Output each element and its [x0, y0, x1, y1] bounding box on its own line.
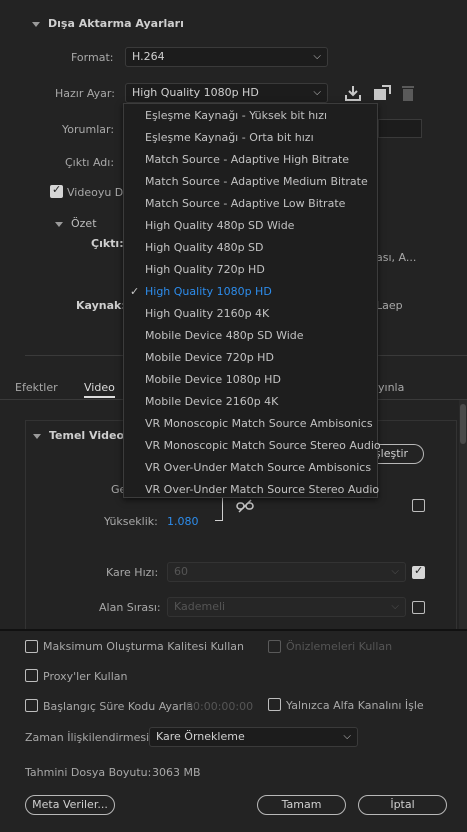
chevron-down-icon: ⌵: [343, 731, 351, 742]
frame-rate-label: Kare Hızı:: [106, 566, 159, 579]
aspect-chain-bracket: [215, 494, 223, 521]
chevron-down-icon: ⌵: [313, 87, 321, 98]
scrollbar-thumb[interactable]: [460, 404, 466, 444]
section-divider: [0, 629, 467, 631]
time-interpolation-label: Zaman İlişkilendirmesi:: [25, 731, 153, 744]
output-label: Çıktı:: [91, 237, 124, 250]
max-render-quality-label: Maksimum Oluşturma Kalitesi Kullan: [43, 640, 244, 653]
collapse-triangle-icon[interactable]: [32, 21, 40, 27]
use-previews-checkbox: [268, 640, 281, 653]
height-value[interactable]: 1.080: [167, 515, 199, 528]
cancel-button[interactable]: İptal: [358, 795, 447, 815]
preset-menu-item[interactable]: Match Source - Adaptive Low Bitrate: [145, 197, 345, 210]
time-interpolation-dropdown[interactable]: Kare Örnekleme ⌵: [149, 727, 358, 747]
output-summary-partial: ası, A...: [376, 251, 417, 264]
use-proxies-label: Proxy'ler Kullan: [43, 670, 128, 683]
collapse-triangle-icon[interactable]: [33, 433, 41, 439]
delete-preset-icon[interactable]: [400, 84, 416, 102]
tab-publish-partial[interactable]: yınla: [378, 381, 404, 394]
comments-input[interactable]: [378, 119, 422, 138]
height-label: Yükseklik:: [104, 515, 158, 528]
chevron-down-icon: ⌵: [313, 51, 321, 62]
preset-menu-item[interactable]: VR Over-Under Match Source Ambisonics: [145, 461, 371, 474]
field-order-label: Alan Sırası:: [99, 601, 161, 614]
unlinked-chain-icon[interactable]: [236, 498, 254, 514]
cancel-button-label: İptal: [390, 798, 415, 811]
preset-label: Hazır Ayar:: [55, 87, 115, 100]
export-video-label: Videoyu Dı: [67, 186, 127, 199]
preset-menu-item[interactable]: Mobile Device 1080p HD: [145, 373, 281, 386]
metadata-button-label: Meta Veriler...: [32, 798, 108, 811]
preset-menu-item[interactable]: Mobile Device 2160p 4K: [145, 395, 278, 408]
alpha-only-checkbox[interactable]: [268, 698, 281, 711]
collapse-triangle-icon[interactable]: [55, 221, 63, 227]
preset-menu-item[interactable]: Match Source - Adaptive Medium Bitrate: [145, 175, 368, 188]
source-summary-partial: Laep: [376, 299, 403, 312]
preset-dropdown[interactable]: High Quality 1080p HD ⌵: [125, 83, 328, 103]
file-size-value: 3063 MB: [152, 766, 201, 779]
preset-dropdown-menu: Eşleşme Kaynağı - Yüksek bit hızı Eşleşm…: [123, 103, 381, 498]
save-preset-icon[interactable]: [372, 84, 392, 102]
preset-menu-item[interactable]: High Quality 720p HD: [145, 263, 265, 276]
output-name-label: Çıktı Adı:: [65, 156, 115, 169]
frame-rate-checkbox[interactable]: [412, 564, 425, 579]
metadata-button[interactable]: Meta Veriler...: [25, 795, 115, 815]
preset-menu-item[interactable]: Mobile Device 720p HD: [145, 351, 274, 364]
source-label: Kaynak:: [76, 299, 126, 312]
preset-menu-item[interactable]: VR Over-Under Match Source Stereo Audio: [145, 483, 379, 496]
start-timecode-checkbox[interactable]: [25, 699, 38, 712]
checkmark-icon: ✓: [130, 285, 140, 298]
use-previews-label: Önizlemeleri Kullan: [286, 640, 393, 653]
format-dropdown[interactable]: H.264 ⌵: [125, 47, 328, 67]
preset-menu-item[interactable]: High Quality 2160p 4K: [145, 307, 269, 320]
export-settings-header[interactable]: Dışa Aktarma Ayarları: [32, 17, 184, 30]
ok-button[interactable]: Tamam: [257, 795, 346, 815]
alpha-only-label: Yalnızca Alfa Kanalını İşle: [286, 699, 424, 712]
width-checkbox[interactable]: [412, 499, 425, 512]
preset-menu-item[interactable]: VR Monoscopic Match Source Stereo Audio: [145, 439, 381, 452]
export-settings-title: Dışa Aktarma Ayarları: [48, 17, 184, 30]
preset-menu-item[interactable]: VR Monoscopic Match Source Ambisonics: [145, 417, 373, 430]
file-size-label: Tahmini Dosya Boyutu:: [25, 766, 152, 779]
field-order-value: Kademeli: [174, 600, 226, 613]
chevron-down-icon: ⌵: [391, 601, 399, 612]
max-render-quality-checkbox[interactable]: [25, 640, 38, 653]
basic-video-header[interactable]: Temel Video A: [33, 429, 136, 442]
time-interpolation-value: Kare Örnekleme: [156, 730, 245, 743]
format-value: H.264: [132, 50, 165, 63]
frame-rate-dropdown: 60 ⌵: [167, 562, 406, 582]
frame-rate-value: 60: [174, 565, 188, 578]
start-timecode-label: Başlangıç Süre Kodu Ayarla: [43, 700, 194, 713]
field-order-checkbox[interactable]: [412, 601, 425, 614]
use-proxies-checkbox[interactable]: [25, 669, 38, 682]
import-preset-icon[interactable]: [344, 84, 362, 102]
field-order-dropdown: Kademeli ⌵: [167, 597, 406, 617]
preset-menu-item[interactable]: Match Source - Adaptive High Bitrate: [145, 153, 349, 166]
chevron-down-icon: ⌵: [391, 566, 399, 577]
summary-title: Özet: [71, 217, 97, 230]
tab-video[interactable]: Video: [84, 381, 115, 398]
preset-menu-item[interactable]: High Quality 480p SD: [145, 241, 264, 254]
tab-effects[interactable]: Efektler: [15, 381, 58, 394]
timecode-value: 00:00:00:00: [186, 700, 254, 713]
preset-value: High Quality 1080p HD: [132, 86, 259, 99]
preset-menu-item[interactable]: Mobile Device 480p SD Wide: [145, 329, 304, 342]
preset-menu-item[interactable]: High Quality 480p SD Wide: [145, 219, 294, 232]
format-label: Format:: [71, 51, 114, 64]
summary-header[interactable]: Özet: [55, 217, 97, 230]
export-video-checkbox[interactable]: [50, 183, 63, 198]
ok-button-label: Tamam: [281, 798, 322, 811]
preset-menu-item[interactable]: Eşleşme Kaynağı - Orta bit hızı: [145, 131, 314, 144]
preset-menu-item[interactable]: Eşleşme Kaynağı - Yüksek bit hızı: [145, 109, 327, 122]
comments-label: Yorumlar:: [62, 123, 115, 136]
preset-menu-item-selected[interactable]: High Quality 1080p HD: [145, 285, 272, 298]
